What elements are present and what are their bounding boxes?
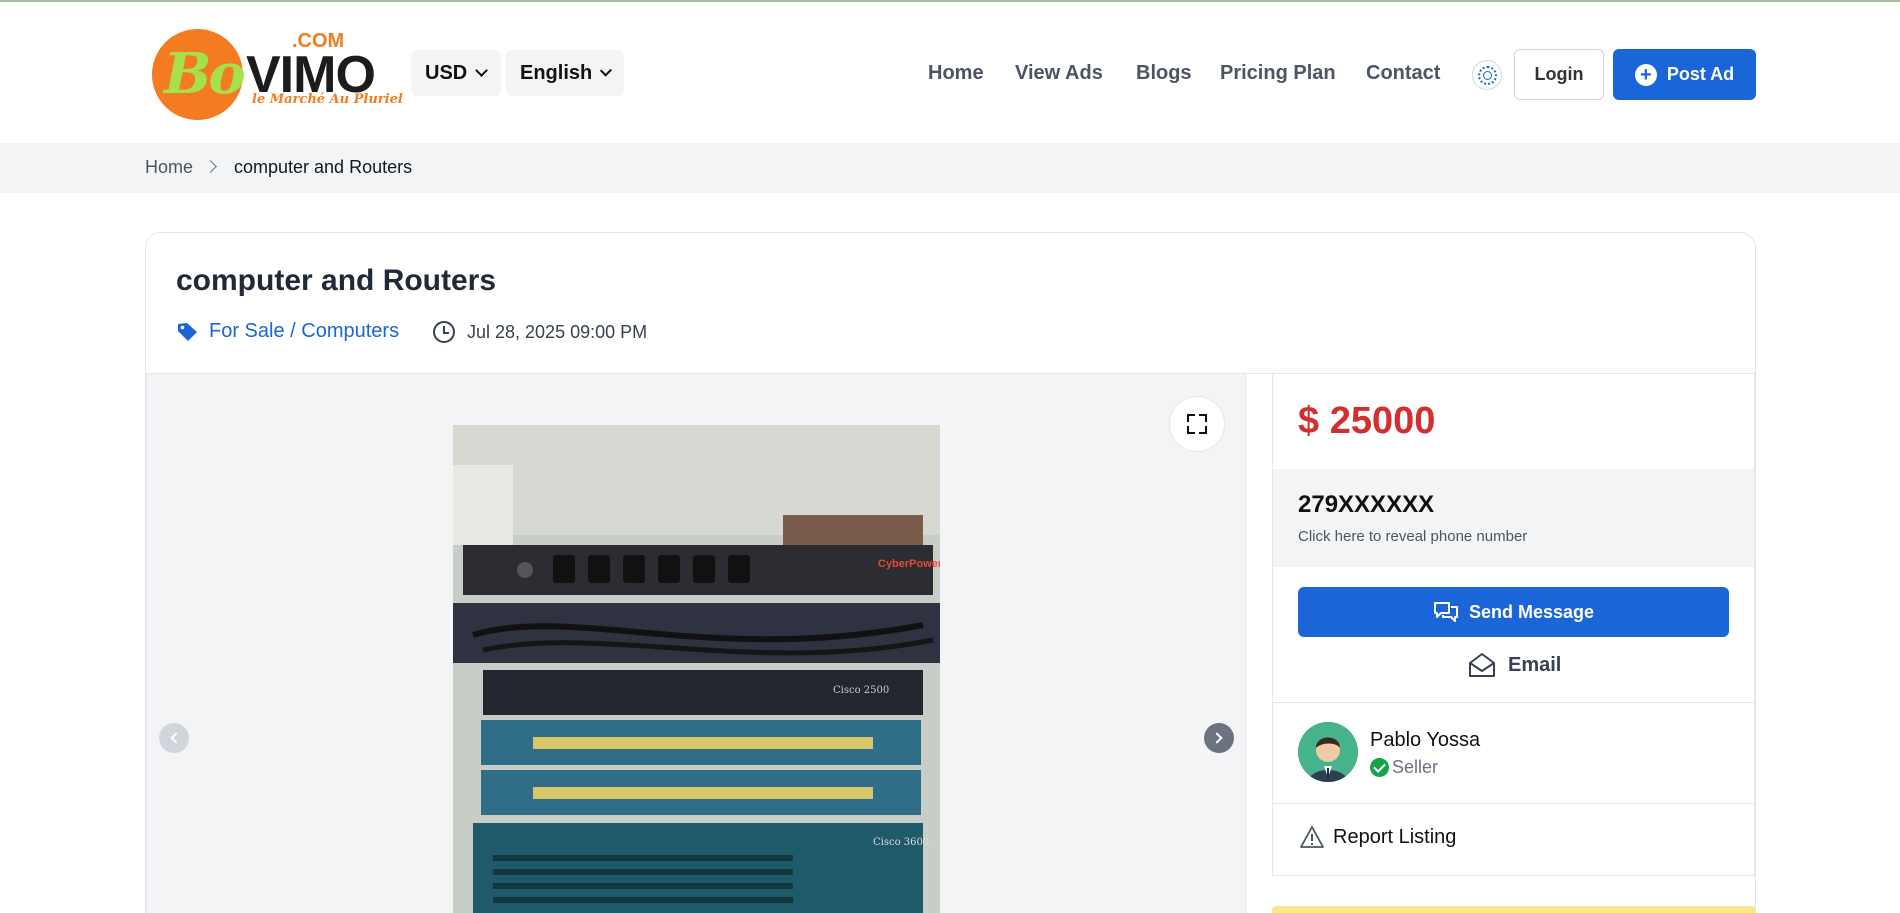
chevron-down-icon — [475, 64, 489, 77]
listing-title: computer and Routers — [176, 264, 497, 297]
fullscreen-button[interactable] — [1169, 396, 1225, 452]
chevron-right-icon — [204, 160, 217, 173]
send-message-button[interactable]: Send Message — [1298, 587, 1729, 637]
logo-tagline: le Marché Au Pluriel — [252, 92, 403, 107]
fullscreen-icon — [1187, 414, 1195, 422]
chevron-right-icon — [1211, 732, 1223, 744]
fullscreen-icon — [1199, 414, 1207, 422]
router-rack-image: CyberPower Cisco 2500 Cisco 3600 — [453, 425, 940, 913]
nav-home[interactable]: Home — [928, 62, 984, 85]
warning-icon — [1300, 826, 1324, 848]
listing-date-text: Jul 28, 2025 09:00 PM — [467, 321, 648, 342]
cisco-3600-label: Cisco 3600 — [873, 837, 929, 848]
verified-check-icon — [1370, 758, 1389, 777]
cyberpower-label: CyberPower — [878, 558, 940, 570]
site-header: Bo VIMO .COM le Marché Au Pluriel USD En… — [0, 2, 1900, 143]
gallery-prev-button[interactable] — [159, 723, 189, 753]
login-label: Login — [1534, 64, 1584, 84]
gallery-next-button[interactable] — [1204, 723, 1234, 753]
seller-role-label: Seller — [1392, 757, 1439, 777]
nav-contact[interactable]: Contact — [1366, 62, 1440, 85]
report-listing-button[interactable]: Report Listing — [1299, 825, 1456, 849]
phone-hint: Click here to reveal phone number — [1298, 528, 1528, 545]
clock-icon — [433, 321, 455, 343]
listing-date: Jul 28, 2025 09:00 PM — [433, 321, 647, 343]
post-ad-button[interactable]: + Post Ad — [1613, 49, 1756, 100]
envelope-open-icon — [1469, 653, 1495, 677]
category-link[interactable]: For Sale / Computers — [209, 320, 399, 343]
listing-price: $ 25000 — [1298, 400, 1436, 442]
report-listing-label: Report Listing — [1333, 825, 1457, 848]
seller-avatar-image — [1298, 722, 1358, 782]
currency-select[interactable]: USD — [411, 50, 501, 96]
login-button[interactable]: Login — [1514, 49, 1604, 100]
listing-category[interactable]: For Sale / Computers — [177, 320, 399, 343]
email-button[interactable]: Email — [1468, 652, 1561, 678]
currency-value: USD — [425, 61, 468, 84]
breadcrumb-current: computer and Routers — [234, 157, 413, 177]
language-select[interactable]: English — [506, 50, 624, 96]
fullscreen-icon — [1187, 426, 1195, 434]
listing-photo[interactable]: CyberPower Cisco 2500 Cisco 3600 — [453, 425, 940, 913]
breadcrumb-home[interactable]: Home — [145, 157, 193, 178]
chevron-down-icon — [600, 64, 613, 77]
chevron-left-icon — [170, 732, 182, 744]
email-label: Email — [1508, 653, 1562, 676]
logo-bo: Bo — [164, 41, 246, 107]
language-value: English — [520, 61, 593, 84]
chat-icon — [1433, 602, 1458, 622]
post-ad-label: Post Ad — [1666, 64, 1735, 84]
nav-blogs[interactable]: Blogs — [1136, 62, 1192, 85]
logo-com: .COM — [292, 30, 345, 52]
cisco-2500-label: Cisco 2500 — [833, 685, 889, 696]
site-logo[interactable]: Bo VIMO .COM le Marché Au Pluriel — [152, 26, 403, 124]
plus-circle-icon: + — [1634, 63, 1657, 86]
nav-pricing-plan[interactable]: Pricing Plan — [1220, 62, 1336, 85]
seller-role: Seller — [1370, 757, 1438, 778]
breadcrumb: Home computer and Routers — [0, 143, 1900, 193]
nav-view-ads[interactable]: View Ads — [1015, 62, 1103, 85]
avatar[interactable] — [1298, 722, 1358, 782]
sidebar-divider — [1273, 803, 1754, 804]
seller-name[interactable]: Pablo Yossa — [1370, 729, 1480, 752]
safety-tips-box — [1272, 906, 1756, 913]
send-message-label: Send Message — [1468, 601, 1595, 622]
sun-icon — [1483, 71, 1492, 80]
sidebar-divider — [1273, 702, 1754, 703]
phone-number[interactable]: 279XXXXXX — [1298, 491, 1434, 519]
tag-icon — [178, 322, 197, 341]
theme-toggle-button[interactable] — [1472, 60, 1502, 90]
fullscreen-icon — [1199, 426, 1207, 434]
